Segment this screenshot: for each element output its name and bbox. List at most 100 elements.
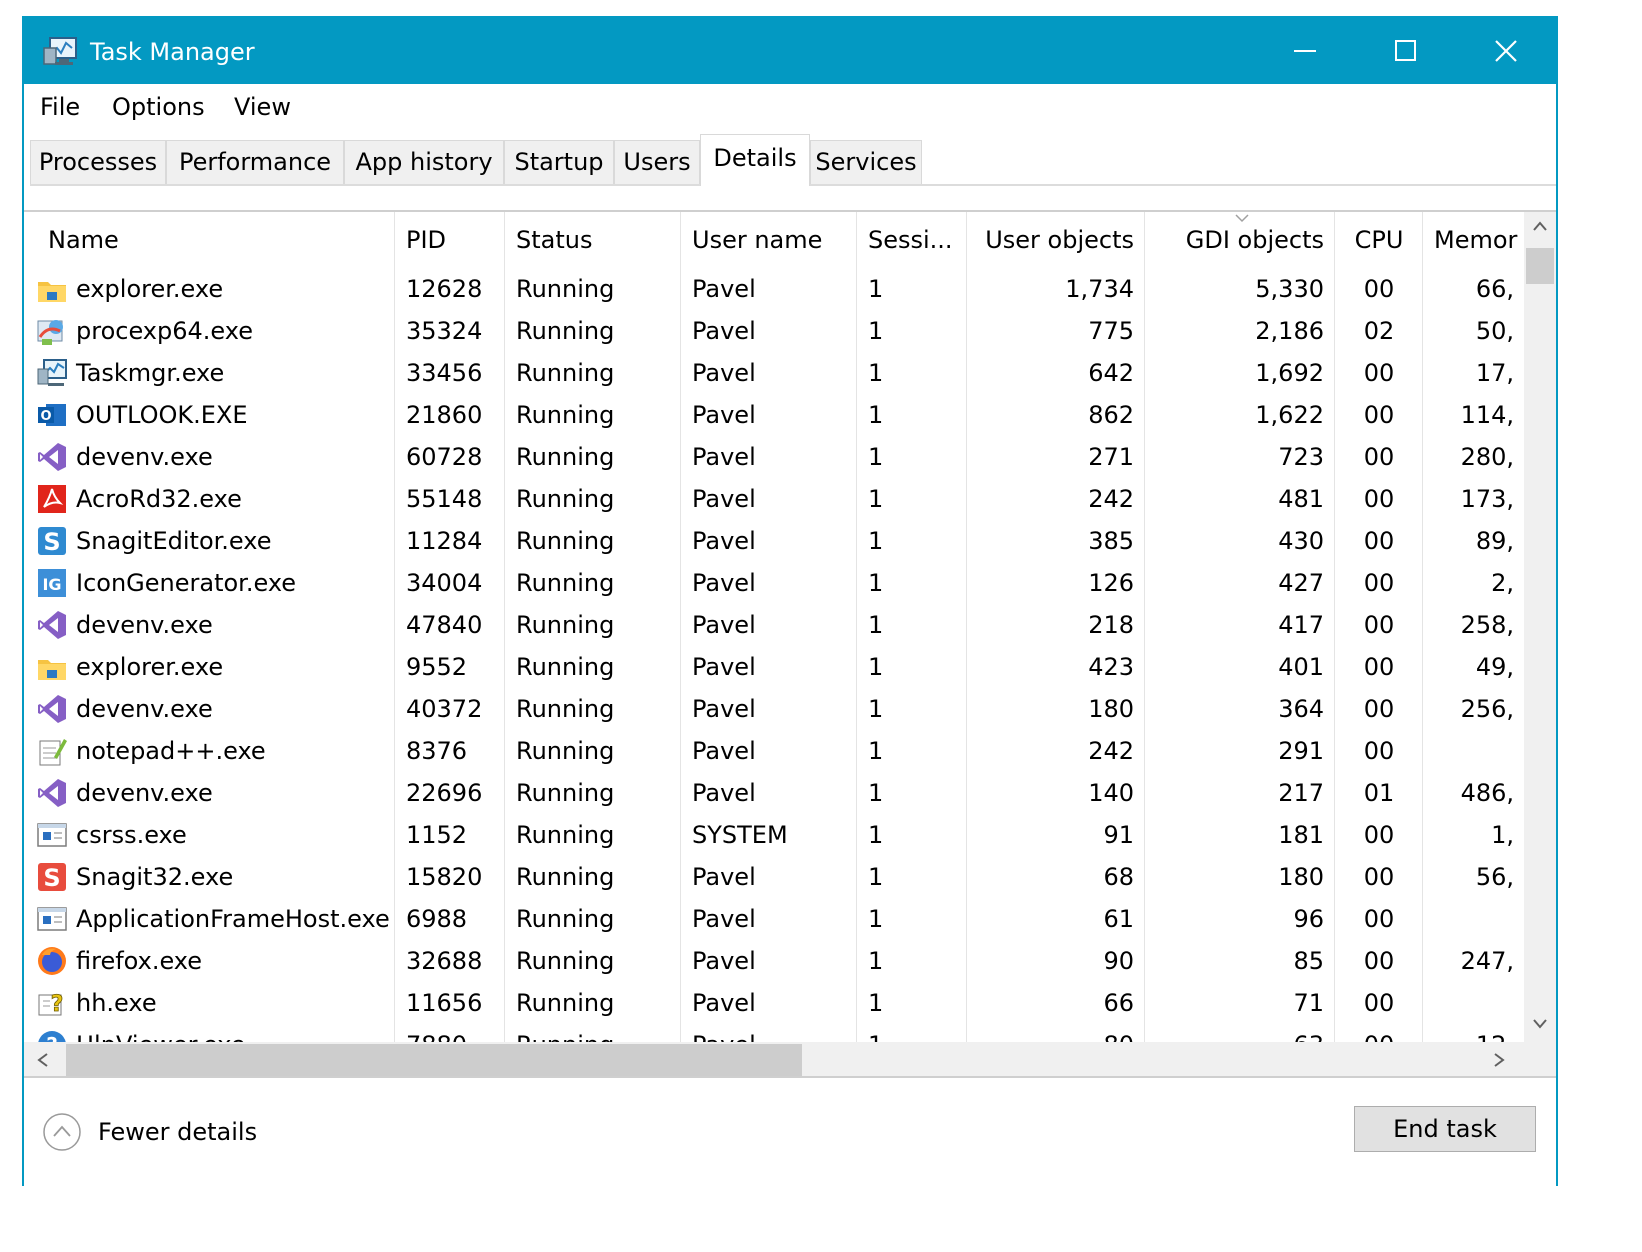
process-user-objects: 180 [1088,695,1134,723]
process-session: 1 [868,569,884,597]
title-bar[interactable]: Task Manager [24,18,1556,84]
table-row[interactable]: S SnagitEditor.exe 11284 Running Pavel 1 385 43… [24,520,1524,562]
process-session: 1 [868,275,884,303]
table-row[interactable]: ? HlpViewer.exe 7880RunningPavel180630012, [24,1024,1524,1042]
process-user: Pavel [692,401,756,429]
tab-processes[interactable]: Processes [30,140,166,184]
process-cpu: 00 [1363,863,1395,891]
process-memory: 89, [1475,527,1514,555]
process-user-objects: 862 [1088,401,1134,429]
horizontal-scroll-thumb[interactable] [66,1044,802,1076]
process-memory: 49, [1475,653,1514,681]
table-row[interactable]: firefox.exe 32688 Running Pavel 1 90 85 00 247, [24,940,1524,982]
table-row[interactable]: ? hh.exe 11656 Running Pavel 1 66 71 00 [24,982,1524,1024]
column-header-status[interactable]: Status [506,212,680,268]
process-session: 1 [868,821,884,849]
process-cpu: 00 [1363,611,1395,639]
scroll-down-icon[interactable] [1532,1018,1548,1030]
process-name-label: OUTLOOK.EXE [76,401,248,429]
process-name-label: IconGenerator.exe [76,569,297,597]
column-header-cpu[interactable]: CPU [1336,212,1422,268]
table-row[interactable]: csrss.exe 1152 Running SYSTEM 1 91 181 00 1, [24,814,1524,856]
process-pid: 60728 [406,443,483,471]
procexp-icon [37,320,63,345]
minimize-button[interactable] [1256,18,1356,84]
table-row[interactable]: devenv.exe 47840 Running Pavel 1 218 417 00 258, [24,604,1524,646]
process-cpu: 01 [1363,779,1395,807]
process-name: S Snagit32.exe [24,856,394,898]
column-header-memory[interactable]: Memor [1424,212,1524,268]
scroll-up-icon[interactable] [1532,220,1548,232]
vertical-scroll-thumb[interactable] [1526,248,1554,284]
tab-services[interactable]: Services [810,140,922,184]
table-row[interactable]: notepad++.exe 8376 Running Pavel 1 242 291 00 [24,730,1524,772]
process-memory: 486, [1460,779,1514,807]
process-cpu: 00 [1363,527,1395,555]
window-app-icon [37,823,67,847]
table-row[interactable]: explorer.exe 9552 Running Pavel 1 423 401 00 49, [24,646,1524,688]
menu-file[interactable]: File [36,92,84,122]
horizontal-scrollbar[interactable] [24,1042,1524,1078]
column-header-user-name[interactable]: User name [682,212,856,268]
visual-studio-icon [38,695,66,723]
process-user-objects: 140 [1088,779,1134,807]
table-row[interactable]: ApplicationFrameHost.exe 6988 Running Pavel… [24,898,1524,940]
table-row[interactable]: O OUTLOOK.EXE 21860 Running Pavel 1 862 1,622 00… [24,394,1524,436]
table-row[interactable]: AcroRd32.exe 55148 Running Pavel 1 242 481 00 17… [24,478,1524,520]
table-row[interactable]: procexp64.exe 35324 Running Pavel 1 775 2,186 0… [24,310,1524,352]
icon-generator-icon: IG [38,569,66,597]
process-memory: 256, [1460,695,1514,723]
process-user-objects: 80 [968,1024,1144,1042]
visual-studio-icon [38,611,66,639]
scroll-right-icon[interactable] [1492,1052,1506,1068]
process-memory: 173, [1460,485,1514,513]
maximize-icon [1395,40,1416,61]
table-row[interactable]: devenv.exe 22696 Running Pavel 1 140 217 01 486, [24,772,1524,814]
tab-startup[interactable]: Startup [504,140,614,184]
process-pid: 11284 [406,527,483,555]
menu-view[interactable]: View [230,92,295,122]
process-memory: 50, [1475,317,1514,345]
fewer-details-button[interactable]: Fewer details [42,1108,257,1156]
process-gdi-objects: 364 [1278,695,1324,723]
process-name: ? hh.exe [24,982,394,1024]
table-row[interactable]: explorer.exe 12628 Running Pavel 1 1,734 5,330… [24,268,1524,310]
scrollbar-corner [1524,1042,1556,1078]
minimize-icon [1294,50,1316,52]
tab-users[interactable]: Users [614,140,700,184]
process-pid: 15820 [406,863,483,891]
end-task-button[interactable]: End task [1354,1106,1536,1152]
svg-text:S: S [43,528,60,556]
process-gdi-objects: 417 [1278,611,1324,639]
process-name-label: devenv.exe [76,695,213,723]
chevron-up-circle-icon [43,1113,81,1151]
scroll-left-icon[interactable] [36,1052,50,1068]
process-user-objects: 218 [1088,611,1134,639]
close-button[interactable] [1456,18,1556,84]
column-header-pid[interactable]: PID [396,212,504,268]
column-header-user-objects[interactable]: User objects [968,212,1144,268]
process-name-label: ApplicationFrameHost.exe [76,905,390,933]
column-header-name[interactable]: Name [38,212,394,268]
process-name-label: Snagit32.exe [76,863,234,891]
process-memory: 114, [1460,401,1514,429]
tab-strip: Processes Performance App history Startu… [30,134,1556,186]
process-name-label: devenv.exe [76,611,213,639]
tab-app-history[interactable]: App history [344,140,504,184]
menu-bar: File Options View [24,84,1556,130]
svg-text:IG: IG [42,575,61,594]
table-row[interactable]: devenv.exe 60728 Running Pavel 1 271 723 00 280, [24,436,1524,478]
process-memory: 66, [1475,275,1514,303]
table-row[interactable]: IG IconGenerator.exe 34004 Running Pavel 1 126… [24,562,1524,604]
column-header-session[interactable]: Sessi... [858,212,966,268]
table-row[interactable]: devenv.exe 40372 Running Pavel 1 180 364 00 256, [24,688,1524,730]
vertical-scrollbar[interactable] [1524,212,1556,1042]
process-session: 1 [868,947,884,975]
menu-options[interactable]: Options [108,92,209,122]
maximize-button[interactable] [1356,18,1456,84]
table-row[interactable]: Taskmgr.exe 33456 Running Pavel 1 642 1,692 00 1… [24,352,1524,394]
tab-details[interactable]: Details [700,134,810,186]
tab-performance[interactable]: Performance [166,140,344,184]
table-row[interactable]: S Snagit32.exe 15820 Running Pavel 1 68 180 00 56… [24,856,1524,898]
process-cpu: 00 [1363,947,1395,975]
